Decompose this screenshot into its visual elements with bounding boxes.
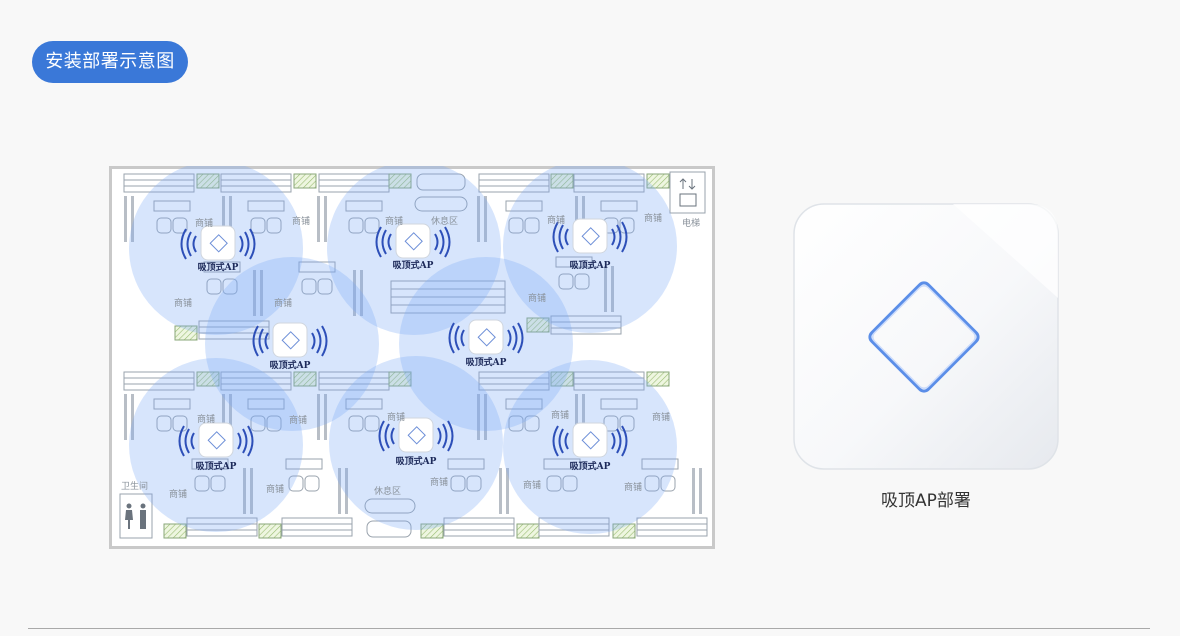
ap-label: 吸顶式AP bbox=[570, 259, 611, 271]
ap-label: 吸顶式AP bbox=[396, 455, 437, 467]
ap-label: 吸顶式AP bbox=[393, 259, 434, 271]
shop-label: 商铺 bbox=[624, 481, 642, 493]
rest-area-label: 休息区 bbox=[374, 485, 401, 497]
ceiling-ap-device-image bbox=[793, 203, 1059, 471]
shop-label: 商铺 bbox=[197, 413, 215, 425]
shop-label: 商铺 bbox=[430, 476, 448, 488]
shop-label: 商铺 bbox=[523, 479, 541, 491]
shop-label: 商铺 bbox=[292, 215, 310, 227]
shop-label: 商铺 bbox=[547, 214, 565, 226]
shop-label: 商铺 bbox=[652, 411, 670, 423]
shop-label: 商铺 bbox=[387, 411, 405, 423]
ap-label: 吸顶式AP bbox=[466, 356, 507, 368]
floor-plan-diagram: 吸顶式AP 吸顶式AP 吸顶式AP 吸顶式AP 吸顶式AP 吸顶式AP 吸顶式A… bbox=[109, 166, 715, 549]
restroom-label: 卫生间 bbox=[121, 480, 148, 492]
shop-label: 商铺 bbox=[385, 215, 403, 227]
shop-label: 商铺 bbox=[174, 297, 192, 309]
floor-plan-svg: 吸顶式AP 吸顶式AP 吸顶式AP 吸顶式AP 吸顶式AP 吸顶式AP 吸顶式A… bbox=[109, 166, 715, 549]
ap-label: 吸顶式AP bbox=[270, 359, 311, 371]
device-caption: 吸顶AP部署 bbox=[881, 491, 971, 511]
shop-label: 商铺 bbox=[195, 217, 213, 229]
section-title-badge: 安装部署示意图 bbox=[32, 41, 188, 83]
shop-label: 商铺 bbox=[274, 297, 292, 309]
section-title: 安装部署示意图 bbox=[45, 51, 175, 72]
rest-area-label: 休息区 bbox=[431, 215, 458, 227]
shop-label: 商铺 bbox=[528, 292, 546, 304]
ap-label: 吸顶式AP bbox=[196, 460, 237, 472]
bottom-divider bbox=[28, 628, 1150, 629]
elevator-label: 电梯 bbox=[682, 217, 700, 229]
shop-label: 商铺 bbox=[289, 414, 307, 426]
shop-label: 商铺 bbox=[644, 212, 662, 224]
shop-label: 商铺 bbox=[169, 488, 187, 500]
shop-label: 商铺 bbox=[551, 409, 569, 421]
shop-label: 商铺 bbox=[266, 483, 284, 495]
ap-label: 吸顶式AP bbox=[198, 261, 239, 273]
ap-label: 吸顶式AP bbox=[570, 460, 611, 472]
